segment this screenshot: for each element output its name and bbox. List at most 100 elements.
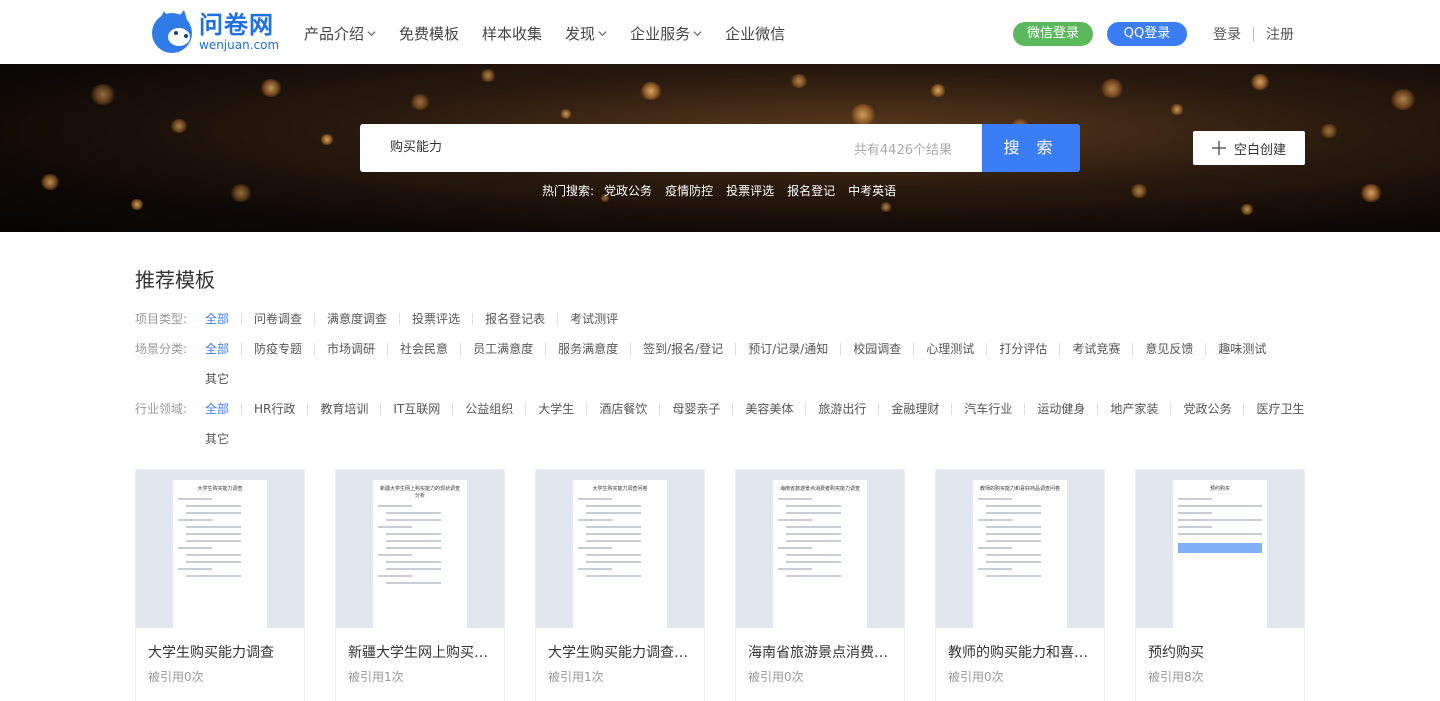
filter-option[interactable]: 党政公务 xyxy=(1183,401,1256,417)
template-ref-count: 被引用1次 xyxy=(548,670,604,684)
filter-option-label: 公益组织 xyxy=(465,402,514,416)
nav-item-2[interactable]: 样本收集 xyxy=(482,22,542,44)
filter-option[interactable]: 旅游出行 xyxy=(818,401,891,417)
nav-item-3[interactable]: 发现 xyxy=(565,22,607,44)
filter-option[interactable]: 医疗卫生 xyxy=(1256,401,1304,417)
filter-option[interactable]: 其它 xyxy=(205,431,1335,447)
filter-option[interactable]: 其它 xyxy=(205,371,1335,387)
filter-option[interactable]: 地产家装 xyxy=(1110,401,1183,417)
thumbnail-line xyxy=(378,575,412,577)
nav-item-0[interactable]: 产品介绍 xyxy=(304,22,376,44)
filter-option-label: 美容美体 xyxy=(745,402,794,416)
filter-option[interactable]: IT互联网 xyxy=(393,401,465,417)
thumbnail-line xyxy=(186,561,241,563)
filter-option[interactable]: 酒店餐饮 xyxy=(599,401,672,417)
divider xyxy=(1097,403,1099,415)
filter-option[interactable]: 大学生 xyxy=(538,401,599,417)
filter-option[interactable]: 汽车行业 xyxy=(964,401,1037,417)
thumbnail-line xyxy=(1178,498,1212,500)
template-card[interactable]: 海南省旅游景点消费者购买能力调查海南省旅游景点消费者购买能力调查被引用0次 xyxy=(735,469,905,701)
filter-option[interactable]: HR行政 xyxy=(254,401,320,417)
divider xyxy=(805,403,807,415)
blank-create-button[interactable]: 空白创建 xyxy=(1193,131,1305,165)
thumbnail-line xyxy=(186,575,241,577)
filter-option[interactable]: 满意度调查 xyxy=(327,311,412,327)
filter-option[interactable]: 考试测评 xyxy=(570,311,618,327)
filter-option[interactable]: 问卷调查 xyxy=(254,311,327,327)
filter-option[interactable]: 运动健身 xyxy=(1037,401,1110,417)
filter-option-label: 全部 xyxy=(205,312,230,326)
wechat-login-button[interactable]: 微信登录 xyxy=(1013,22,1093,46)
filter-option[interactable]: 美容美体 xyxy=(745,401,818,417)
nav-item-4[interactable]: 企业服务 xyxy=(630,22,702,44)
chevron-down-icon xyxy=(693,30,702,36)
hot-search-item[interactable]: 中考英语 xyxy=(848,182,896,199)
filter-option[interactable]: 防疫专题 xyxy=(254,341,327,357)
nav-item-1[interactable]: 免费模板 xyxy=(399,22,459,44)
filter-option[interactable]: 员工满意度 xyxy=(473,341,558,357)
filter-option[interactable]: 母婴亲子 xyxy=(672,401,745,417)
filter-option[interactable]: 全部 xyxy=(205,401,254,417)
filter-option-label: 员工满意度 xyxy=(473,342,534,356)
template-thumbnail: 大学生购买能力调查问卷 xyxy=(536,470,704,628)
thumbnail-line xyxy=(386,533,441,535)
filter-option[interactable]: 公益组织 xyxy=(465,401,538,417)
filter-option[interactable]: 打分评估 xyxy=(999,341,1072,357)
divider xyxy=(472,313,474,325)
filter-option[interactable]: 意见反馈 xyxy=(1145,341,1218,357)
filter-option[interactable]: 投票评选 xyxy=(412,311,485,327)
filter-option[interactable]: 社会民意 xyxy=(400,341,473,357)
thumbnail-title: 大学生购买能力调查 xyxy=(197,486,243,492)
divider xyxy=(452,403,454,415)
qq-login-button[interactable]: QQ登录 xyxy=(1107,22,1187,46)
thumbnail-line xyxy=(578,498,612,500)
filter-option[interactable]: 校园调查 xyxy=(853,341,926,357)
filter-option[interactable]: 趣味测试 xyxy=(1218,341,1266,357)
template-card[interactable]: 大学生购买能力调查 大学生购买能力调查 被引用0次 xyxy=(135,469,305,701)
filter-label: 行业领域: xyxy=(135,402,188,416)
filter-option-label: 汽车行业 xyxy=(964,402,1013,416)
template-card[interactable]: 新疆大学生网上购买能力的现状调查分析新疆大学生网上购买能力的现状调查分析被引用1… xyxy=(335,469,505,701)
divider xyxy=(951,403,953,415)
filter-option[interactable]: 报名登记表 xyxy=(485,311,570,327)
search-input[interactable] xyxy=(390,138,790,153)
filter-option-label: 社会民意 xyxy=(400,342,449,356)
top-navigation-bar: 问卷网 wenjuan.com 产品介绍 免费模板 样本收集 发现 企业服务 企业微信 微… xyxy=(0,0,1440,64)
hot-search-item[interactable]: 投票评选 xyxy=(726,182,774,199)
template-card[interactable]: 预约购买 预约购买 被引用8次 xyxy=(1135,469,1305,701)
filter-option[interactable]: 教育培训 xyxy=(320,401,393,417)
filter-option[interactable]: 全部 xyxy=(205,311,254,327)
template-name: 新疆大学生网上购买能力的现状调查分析 xyxy=(348,645,496,661)
thumbnail-paper: 教师的购买能力和喜好商品调查问卷 xyxy=(973,480,1067,628)
filter-option-label: 心理测试 xyxy=(926,342,975,356)
filter-option[interactable]: 金融理财 xyxy=(891,401,964,417)
filter-option[interactable]: 心理测试 xyxy=(926,341,999,357)
filter-option[interactable]: 考试竞赛 xyxy=(1072,341,1145,357)
thumbnail-line xyxy=(378,505,412,507)
site-logo[interactable]: 问卷网 wenjuan.com xyxy=(150,9,279,54)
divider xyxy=(387,343,389,355)
filter-option[interactable]: 市场调研 xyxy=(327,341,400,357)
hot-search-item[interactable]: 疫情防控 xyxy=(665,182,713,199)
lantern-light xyxy=(1390,89,1416,110)
register-link[interactable]: 注册 xyxy=(1266,24,1294,44)
lantern-light xyxy=(480,69,496,82)
thumbnail-title: 新疆大学生网上购买能力的现状调查分析 xyxy=(379,486,460,499)
filter-option-label: 教育培训 xyxy=(320,402,369,416)
thumbnail-line xyxy=(578,547,612,549)
thumbnail-line xyxy=(786,526,841,528)
filter-option[interactable]: 全部 xyxy=(205,341,254,357)
filter-option[interactable]: 预订/记录/通知 xyxy=(748,341,853,357)
filter-option[interactable]: 服务满意度 xyxy=(558,341,643,357)
search-button[interactable]: 搜 索 xyxy=(982,124,1080,172)
nav-item-5[interactable]: 企业微信 xyxy=(725,22,785,44)
lantern-light xyxy=(1240,204,1254,215)
thumbnail-line xyxy=(586,512,641,514)
hot-search-item[interactable]: 党政公务 xyxy=(604,182,652,199)
template-card[interactable]: 教师的购买能力和喜好商品调查问卷教师的购买能力和喜好商品调查问卷被引用0次 xyxy=(935,469,1105,701)
login-link[interactable]: 登录 xyxy=(1213,24,1241,44)
template-card[interactable]: 大学生购买能力调查问卷 大学生购买能力调查问卷 被引用1次 xyxy=(535,469,705,701)
filter-option[interactable]: 签到/报名/登记 xyxy=(643,341,748,357)
thumbnail-line xyxy=(186,526,241,528)
hot-search-item[interactable]: 报名登记 xyxy=(787,182,835,199)
